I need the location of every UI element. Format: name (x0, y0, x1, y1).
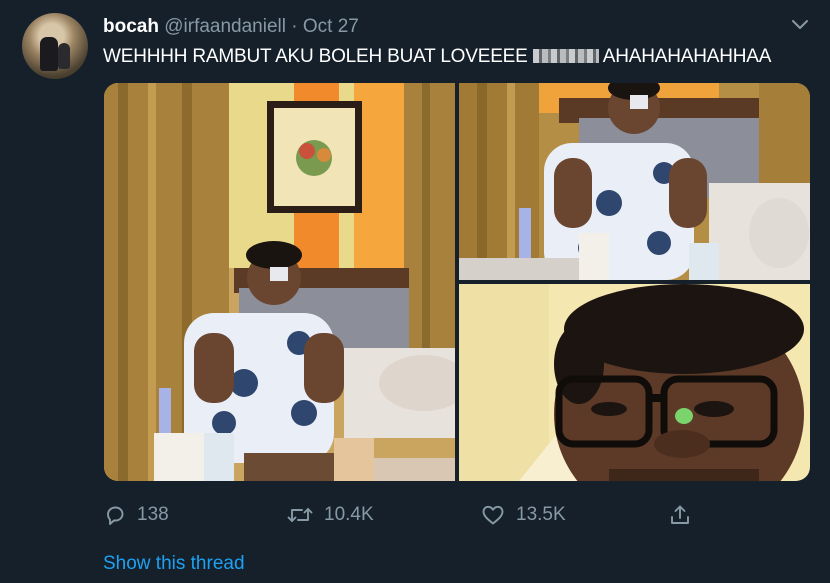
reply-icon (107, 506, 124, 525)
reply-button[interactable]: 138 (103, 503, 169, 527)
tweet-header: bocah @irfaandaniell · Oct 27 (103, 16, 359, 38)
share-button[interactable] (668, 503, 702, 527)
photo-2-illustration (459, 83, 810, 280)
retweet-icon (287, 508, 313, 522)
like-count: 13.5K (516, 504, 566, 525)
tweet-text-part-2: AHAHAHAHAHHAA (602, 46, 772, 67)
header-separator: · (291, 16, 298, 37)
avatar-figure (40, 37, 58, 71)
tweet-text: WEHHHH RAMBUT AKU BOLEH BUAT LOVEEEE AHA… (103, 46, 771, 68)
photo-3-illustration (459, 284, 810, 481)
censored-word (532, 49, 599, 63)
avatar[interactable] (22, 13, 88, 79)
photo-3[interactable] (459, 284, 810, 481)
retweet-count: 10.4K (324, 504, 374, 525)
chevron-down-icon[interactable] (789, 16, 811, 34)
photo-1[interactable] (104, 83, 455, 481)
photo-2[interactable] (459, 83, 810, 280)
reply-count: 138 (137, 504, 169, 525)
media-grid (104, 83, 810, 481)
like-icon (482, 505, 504, 525)
show-thread-link[interactable]: Show this thread (103, 553, 245, 575)
author-name[interactable]: bocah (103, 16, 159, 37)
retweet-button[interactable]: 10.4K (286, 503, 374, 527)
like-button[interactable]: 13.5K (480, 503, 566, 527)
share-icon (671, 505, 689, 524)
tweet-text-part-1: WEHHHH RAMBUT AKU BOLEH BUAT LOVEEEE (103, 46, 528, 67)
tweet-actions: 138 10.4K 13.5K (0, 503, 830, 533)
photo-1-illustration (104, 83, 455, 481)
avatar-figure-secondary (58, 43, 70, 69)
tweet-date[interactable]: Oct 27 (303, 16, 359, 37)
author-handle[interactable]: @irfaandaniell (164, 16, 286, 37)
